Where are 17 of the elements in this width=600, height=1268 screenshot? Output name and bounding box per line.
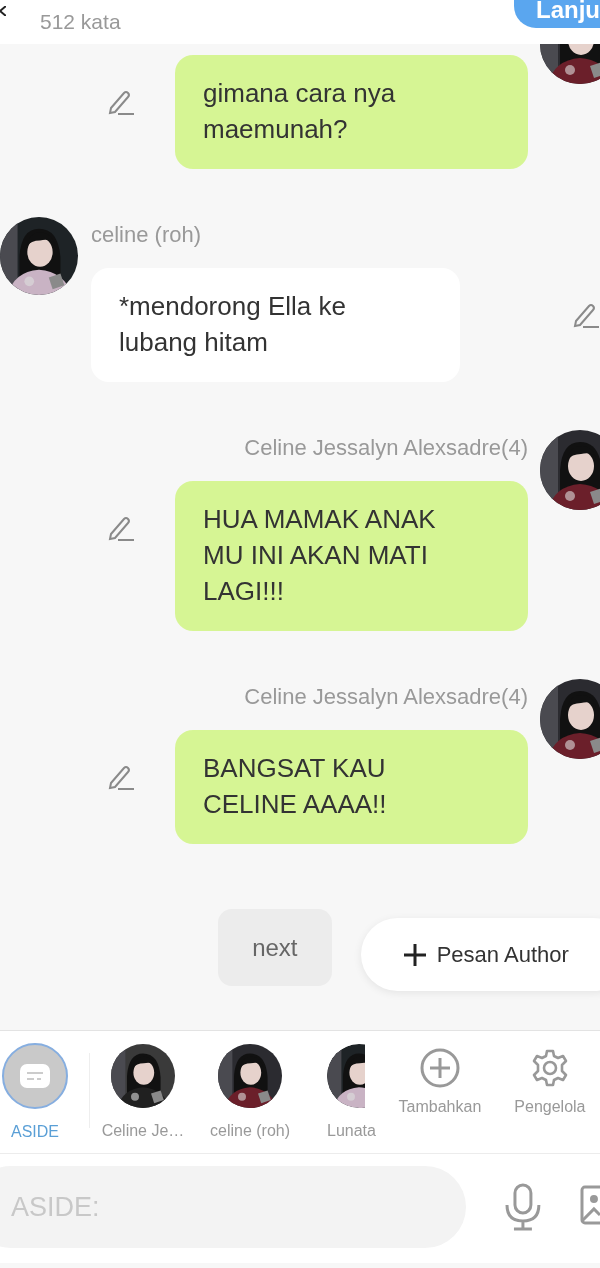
add-author-message-button[interactable]: Pesan Author	[360, 918, 600, 991]
next-button[interactable]: next	[218, 909, 332, 986]
character-tab[interactable]: Lunata	[327, 1031, 376, 1153]
sender-name: celine (roh)	[91, 221, 202, 249]
character-tab[interactable]: Celine Je…	[93, 1031, 193, 1153]
message-bubble: BANGSAT KAU CELINE AAAA!!	[175, 730, 528, 844]
message-bubble: *mendorong Ella ke lubang hitam	[91, 268, 460, 382]
add-character-button[interactable]: Tambahkan	[385, 1031, 494, 1153]
message-bubble: HUA MAMAK ANAK MU INI AKAN MATI LAGI!!!	[175, 481, 528, 631]
character-tab[interactable]: ASIDE	[0, 1031, 70, 1153]
sender-name: Celine Jessalyn Alexsadre(4)	[244, 683, 528, 711]
continue-button[interactable]: Lanju	[514, 0, 600, 28]
word-count: 512 kata	[40, 10, 122, 34]
character-tab[interactable]: celine (roh)	[200, 1031, 300, 1153]
message-bubble: gimana cara nya maemunah?	[175, 55, 528, 169]
sender-name: Celine Jessalyn Alexsadre(4)	[244, 434, 528, 462]
manage-button[interactable]: Pengelola	[495, 1031, 600, 1153]
